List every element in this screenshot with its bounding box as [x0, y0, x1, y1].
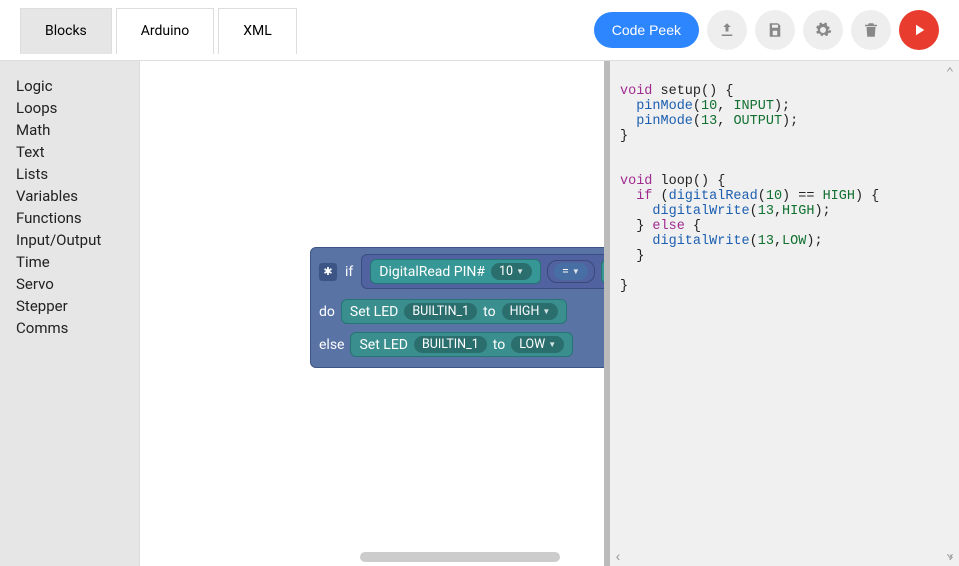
gear-icon — [814, 21, 832, 39]
tabs: Blocks Arduino XML — [20, 7, 297, 53]
to-label: to — [483, 304, 495, 320]
do-keyword: do — [319, 304, 335, 320]
settings-button[interactable] — [803, 10, 843, 50]
pin-dropdown[interactable]: 10▼ — [491, 263, 532, 280]
trash-icon — [862, 21, 880, 39]
cat-math[interactable]: Math — [16, 119, 123, 141]
play-icon — [910, 21, 928, 39]
compare-block[interactable]: =▼ — [547, 260, 595, 283]
cat-lists[interactable]: Lists — [16, 163, 123, 185]
set-led-label: Set LED — [359, 337, 407, 353]
cat-text[interactable]: Text — [16, 141, 123, 163]
cat-servo[interactable]: Servo — [16, 273, 123, 295]
code-pane: void setup() { pinMode(10, INPUT); pinMo… — [604, 61, 959, 566]
scroll-left-icon: ‹ — [614, 551, 622, 566]
mutator-icon[interactable]: ✱ — [319, 263, 337, 281]
workspace-h-scrollbar[interactable] — [140, 548, 604, 566]
else-keyword: else — [319, 337, 344, 353]
scroll-right-icon: › — [947, 551, 955, 566]
tab-blocks[interactable]: Blocks — [20, 8, 112, 54]
compare-dropdown[interactable]: =▼ — [554, 263, 588, 280]
to-label: to — [493, 337, 505, 353]
cat-logic[interactable]: Logic — [16, 75, 123, 97]
cat-loops[interactable]: Loops — [16, 97, 123, 119]
tab-xml[interactable]: XML — [218, 8, 297, 54]
code-h-scrollbar[interactable]: ‹› — [610, 550, 959, 566]
tab-arduino[interactable]: Arduino — [116, 8, 214, 54]
code-peek-button[interactable]: Code Peek — [594, 12, 699, 48]
state-dropdown-else[interactable]: LOW▼ — [511, 336, 564, 353]
cat-time[interactable]: Time — [16, 251, 123, 273]
save-button[interactable] — [755, 10, 795, 50]
led-dropdown-else[interactable]: BUILTIN_1 — [414, 336, 487, 353]
delete-button[interactable] — [851, 10, 891, 50]
save-icon — [766, 21, 784, 39]
if-else-block[interactable]: ✱ if DigitalRead PIN# 10▼ =▼ — [310, 247, 604, 368]
upload-button[interactable] — [707, 10, 747, 50]
set-led-else-block[interactable]: Set LED BUILTIN_1 to LOW▼ — [350, 332, 573, 357]
blocks-workspace[interactable]: ✱ if DigitalRead PIN# 10▼ =▼ — [140, 61, 604, 566]
run-button[interactable] — [899, 10, 939, 50]
set-led-label: Set LED — [350, 304, 398, 320]
state-dropdown-do[interactable]: HIGH▼ — [502, 303, 559, 320]
if-keyword: if — [345, 264, 353, 280]
scroll-up-icon: ⌃ — [946, 65, 954, 82]
led-dropdown-do[interactable]: BUILTIN_1 — [404, 303, 477, 320]
topbar: Blocks Arduino XML Code Peek — [0, 0, 959, 60]
cat-comms[interactable]: Comms — [16, 317, 123, 339]
condition-slot[interactable]: DigitalRead PIN# 10▼ =▼ HIGH — [361, 254, 604, 289]
cat-variables[interactable]: Variables — [16, 185, 123, 207]
set-led-do-block[interactable]: Set LED BUILTIN_1 to HIGH▼ — [341, 299, 567, 324]
cat-stepper[interactable]: Stepper — [16, 295, 123, 317]
cat-functions[interactable]: Functions — [16, 207, 123, 229]
category-sidebar: Logic Loops Math Text Lists Variables Fu… — [0, 61, 140, 566]
digitalread-block[interactable]: DigitalRead PIN# 10▼ — [370, 259, 541, 284]
digitalread-label: DigitalRead PIN# — [379, 264, 485, 280]
code-v-scrollbar[interactable]: ⌃⌄ — [941, 61, 959, 566]
upload-icon — [718, 21, 736, 39]
toolbar: Code Peek — [594, 10, 939, 50]
cat-io[interactable]: Input/Output — [16, 229, 123, 251]
